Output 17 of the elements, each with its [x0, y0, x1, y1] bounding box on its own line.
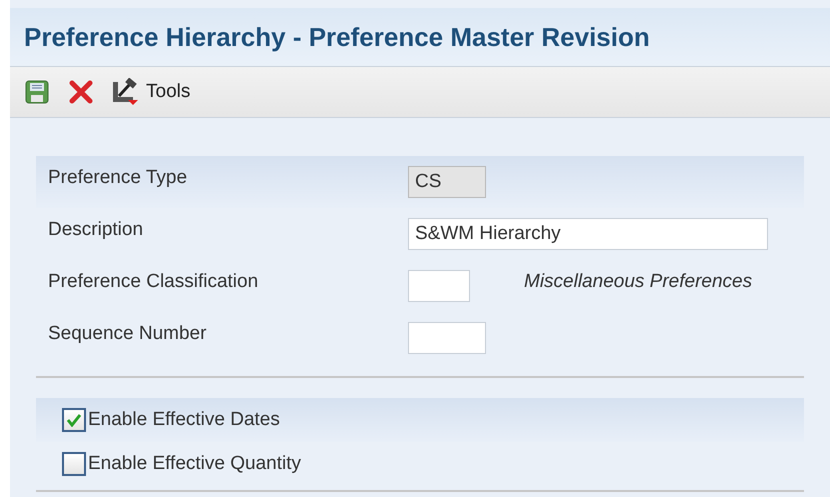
hammer-ruler-icon — [110, 78, 140, 106]
input-field[interactable] — [408, 270, 470, 302]
input-field[interactable] — [408, 322, 486, 354]
checkbox-option[interactable]: Enable Effective Quantity — [62, 450, 301, 478]
classification-description: Miscellaneous Preferences — [524, 270, 752, 294]
checkbox[interactable] — [62, 408, 86, 432]
checkbox-option[interactable]: Enable Effective Dates — [62, 406, 280, 434]
window-title: Preference Hierarchy - Preference Master Revision — [24, 20, 650, 54]
field-label: Preference Type — [48, 166, 188, 190]
field-label: Description — [48, 218, 144, 242]
tools-button[interactable]: Tools — [110, 78, 190, 106]
field-label: Sequence Number — [48, 322, 208, 346]
input-field[interactable]: S&WM Hierarchy — [408, 218, 768, 250]
checkbox[interactable] — [62, 452, 86, 476]
checkmark-icon — [66, 413, 82, 427]
field-label: Preference Classification — [48, 270, 260, 294]
input-field: CS — [408, 166, 486, 198]
